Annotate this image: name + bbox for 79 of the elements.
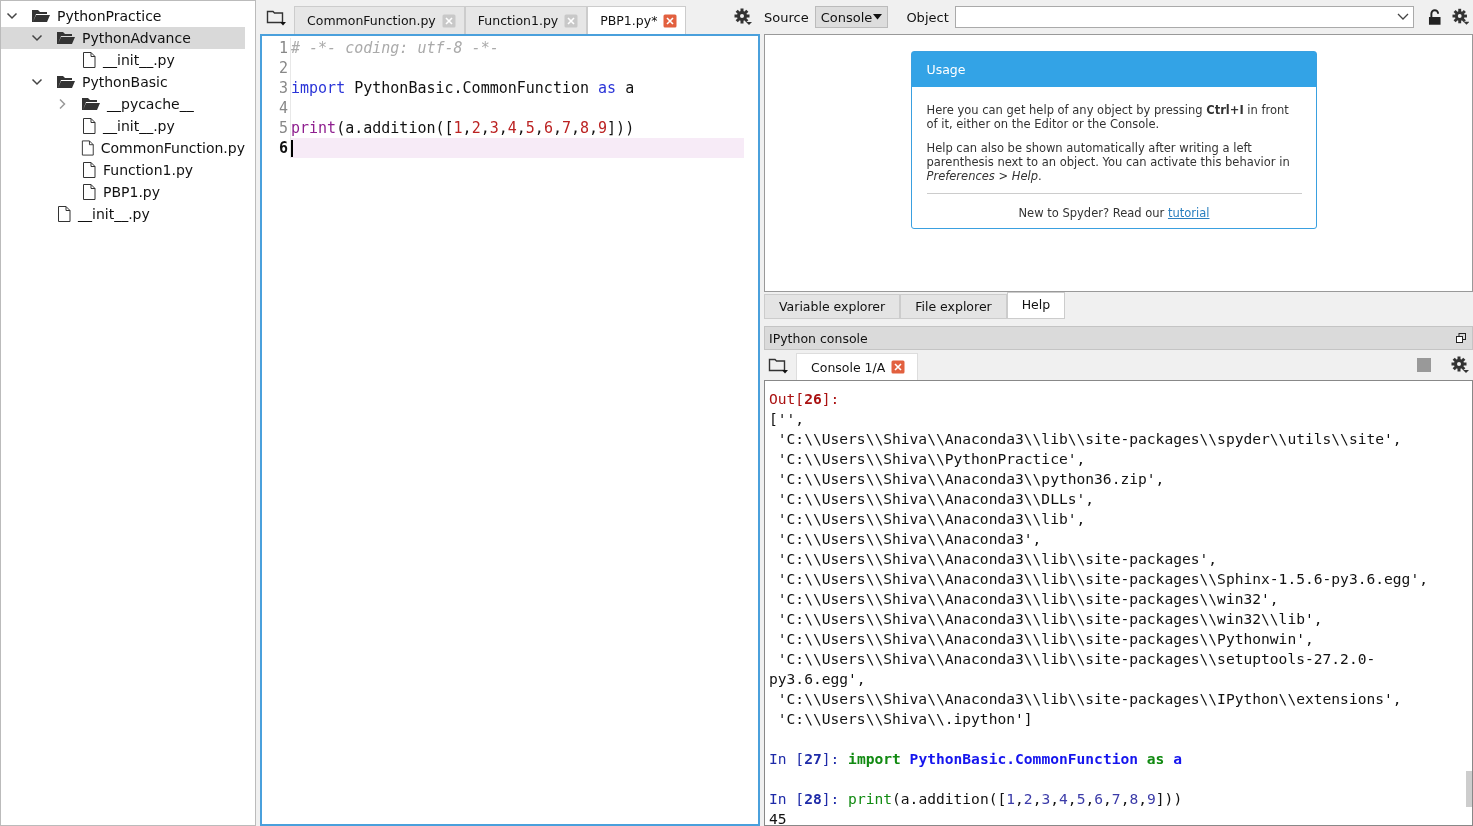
folder-browse-icon[interactable] <box>266 8 286 26</box>
folder-icon <box>81 96 101 112</box>
console-line: 'C:\\Users\\Shiva\\Anaconda3', <box>776 529 1043 549</box>
console-line: 'C:\\Users\\Shiva\\Anaconda3\\DLLs', <box>776 489 1096 509</box>
scrollbar-thumb[interactable] <box>1466 771 1472 807</box>
console-line: 'C:\\Users\\Shiva\\Anaconda3\\lib\\site-packages\\IPython\\extensions', <box>776 689 1403 709</box>
tree-item[interactable]: PythonAdvance <box>1 27 245 49</box>
dropdown-arrow-icon <box>873 14 883 20</box>
editor-tab[interactable]: CommonFunction.py <box>294 5 465 35</box>
code-line[interactable]: import PythonBasic.CommonFunction as a <box>291 78 744 98</box>
console-line: 'C:\\Users\\Shiva\\Anaconda3\\lib\\site-packages', <box>776 549 1219 569</box>
settings-icon[interactable] <box>1451 8 1469 26</box>
tree-item[interactable]: __pycache__ <box>1 93 245 115</box>
folder-icon <box>56 30 76 46</box>
console-title: IPython console <box>769 330 868 346</box>
editor-tab[interactable]: PBP1.py* <box>587 5 687 35</box>
tree-item[interactable]: __init__.py <box>1 115 245 137</box>
file-icon <box>81 161 97 179</box>
file-icon <box>81 51 97 69</box>
line-number: 4 <box>262 98 291 118</box>
tree-item[interactable]: CommonFunction.py <box>1 137 245 159</box>
source-label: Source <box>764 9 809 25</box>
line-number: 1 <box>262 38 291 58</box>
console-line: 'C:\\Users\\Shiva\\Anaconda3\\lib', <box>776 509 1087 529</box>
unlocked-lock-icon[interactable] <box>1428 8 1442 26</box>
code-line[interactable]: print(a.addition([1,2,3,4,5,6,7,8,9])) <box>291 118 744 138</box>
tree-item[interactable]: Function1.py <box>1 159 245 181</box>
chevron-down-icon[interactable] <box>6 10 18 22</box>
console-line: Out[26]: <box>769 389 841 409</box>
pane-tab[interactable]: Help <box>1006 292 1066 319</box>
settings-icon[interactable] <box>1451 356 1469 374</box>
tutorial-link[interactable]: tutorial <box>1167 206 1210 220</box>
line-number: 3 <box>262 78 291 98</box>
chevron-down-icon[interactable] <box>31 76 43 88</box>
tree-item[interactable]: PBP1.py <box>1 181 245 203</box>
console-line: 'C:\\Users\\Shiva\\Anaconda3\\lib\\site-packages\\Pythonwin', <box>776 629 1315 649</box>
pane-tab[interactable]: File explorer <box>900 294 1007 319</box>
file-icon <box>56 205 72 223</box>
tree-item[interactable]: PythonPractice <box>1 5 245 27</box>
file-icon <box>81 117 97 135</box>
console-line: ['', <box>769 409 806 429</box>
close-icon[interactable] <box>891 360 906 374</box>
text-cursor <box>291 139 293 157</box>
footer-text: New to Spyder? Read our <box>1018 206 1165 220</box>
console-line: 'C:\\Users\\Shiva\\Anaconda3\\lib\\site-packages\\win32', <box>776 589 1280 609</box>
console-tab[interactable]: Console 1/A <box>796 353 919 380</box>
close-icon[interactable] <box>663 13 678 28</box>
tree-item[interactable]: __init__.py <box>1 203 245 225</box>
console-line: 'C:\\Users\\Shiva\\Anaconda3\\python36.zip', <box>776 469 1166 489</box>
chevron-down-icon[interactable] <box>31 32 43 44</box>
folder-icon <box>56 74 76 90</box>
console-line: py3.6.egg', <box>769 669 867 689</box>
tree-item[interactable]: PythonBasic <box>1 71 245 93</box>
undock-icon[interactable] <box>1456 333 1466 343</box>
folder-icon <box>31 8 51 24</box>
console-line: 'C:\\Users\\Shiva\\Anaconda3\\lib\\site-packages\\Sphinx-1.5.6-py3.6.egg', <box>776 569 1429 589</box>
help-paragraph: Help can also be shown automatically after writing a left parenthesis next to an object. You can activate this behavior in Preferences > Help. <box>926 141 1291 183</box>
folder-browse-icon[interactable] <box>768 356 788 374</box>
usage-title: Usage <box>911 52 1316 87</box>
console-line: 45 <box>769 809 788 825</box>
console-line: In [28]: print(a.addition([1,2,3,4,5,6,7,8,9])) <box>769 789 1184 809</box>
file-icon <box>79 139 95 157</box>
editor-tab[interactable]: Function1.py <box>464 5 588 35</box>
console-line: 'C:\\Users\\Shiva\\PythonPractice', <box>776 449 1087 469</box>
console-line: 'C:\\Users\\Shiva\\Anaconda3\\lib\\site-packages\\spyder\\utils\\site', <box>776 429 1403 449</box>
line-number: 5 <box>262 118 291 138</box>
console-line: 'C:\\Users\\Shiva\\Anaconda3\\lib\\site-packages\\win32\\lib', <box>776 609 1324 629</box>
file-icon <box>81 183 97 201</box>
object-label: Object <box>906 9 949 25</box>
settings-icon[interactable] <box>734 8 752 26</box>
pane-tab[interactable]: Variable explorer <box>764 294 901 319</box>
console-line: 'C:\\Users\\Shiva\\.ipython'] <box>776 709 1034 729</box>
object-field[interactable] <box>954 6 1415 28</box>
help-paragraph: Here you can get help of any object by pressing Ctrl+I in front of it, either on the Editor or the Console. <box>926 103 1290 131</box>
source-dropdown[interactable]: Console <box>814 6 889 28</box>
tree-item[interactable]: __init__.py <box>1 49 245 71</box>
line-number: 2 <box>262 58 291 78</box>
console-line: In [27]: import PythonBasic.CommonFunction as a <box>769 749 1183 769</box>
console-line: 'C:\\Users\\Shiva\\Anaconda3\\lib\\site-packages\\setuptools-27.2.0- <box>776 649 1377 669</box>
